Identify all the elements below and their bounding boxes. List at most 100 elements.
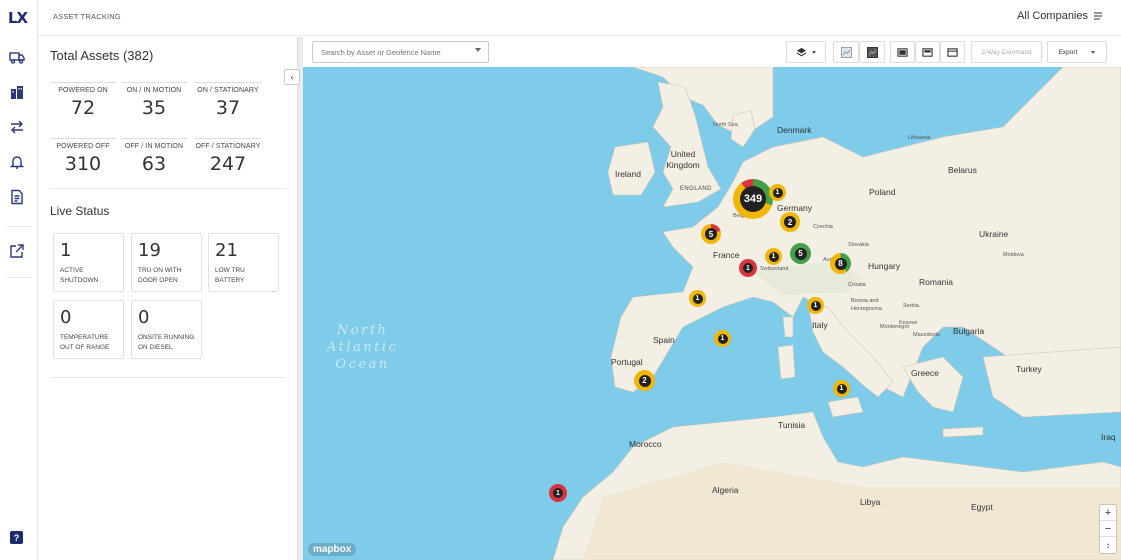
transfer-arrows-icon[interactable] <box>9 119 25 135</box>
map-style-dark-button[interactable] <box>859 41 885 63</box>
map-label: Germany <box>777 203 812 213</box>
divider <box>50 188 286 189</box>
card-value: 21 <box>215 240 238 261</box>
map-label: Morocco <box>629 439 662 449</box>
card-value: 0 <box>138 307 150 328</box>
asset-cluster[interactable]: 1 <box>689 290 706 307</box>
map-label: Denmark <box>777 125 812 135</box>
external-link-icon[interactable] <box>9 243 25 259</box>
map-label: Slovakia <box>848 242 869 248</box>
help-button[interactable]: ? <box>10 531 23 544</box>
zoom-out-button[interactable]: − <box>1100 521 1116 537</box>
map-label: Portugal <box>611 357 643 367</box>
stat-label: OFF / IN MOTION <box>124 143 184 150</box>
map-label: Libya <box>860 497 881 507</box>
card-label: ACTIVE SHUTDOWN <box>60 267 99 284</box>
asset-cluster[interactable]: 2 <box>634 370 655 391</box>
card-label: ONSITE RUNNING ON DIESEL <box>138 334 195 351</box>
view-table-button[interactable] <box>940 41 965 63</box>
stat-value: 63 <box>141 153 167 175</box>
stat-value: 35 <box>141 97 167 119</box>
map-label: Tunisia <box>778 420 806 430</box>
asset-cluster[interactable]: 349 <box>733 179 773 219</box>
card-label: LOW TRU BATTERY <box>215 267 245 284</box>
card-active-shutdown[interactable]: 1 ACTIVE SHUTDOWN <box>53 233 124 292</box>
company-selector[interactable]: All Companies <box>1017 10 1103 22</box>
stat-value: 72 <box>70 97 96 119</box>
view-split-button[interactable] <box>915 41 940 63</box>
map-toolbar: 2-Way Command Export <box>303 37 1121 67</box>
chevron-down-icon <box>1091 50 1096 54</box>
asset-cluster[interactable]: 1 <box>833 380 850 397</box>
asset-cluster[interactable]: 5 <box>701 224 721 244</box>
stat-powered-on[interactable]: POWERED ON 72 <box>50 82 116 119</box>
lx-logo[interactable]: LX <box>8 9 28 27</box>
asset-cluster[interactable]: 1 <box>714 330 731 347</box>
map-label: Poland <box>869 187 896 197</box>
button-label: Export <box>1058 48 1078 56</box>
cluster-count: 2 <box>638 374 651 387</box>
buildings-icon[interactable] <box>9 84 25 100</box>
stat-powered-off[interactable]: POWERED OFF 310 <box>50 138 116 175</box>
cluster-count: 1 <box>836 383 847 394</box>
asset-cluster[interactable]: 2 <box>780 212 800 232</box>
collapse-panel-button[interactable]: ‹ <box>284 69 300 85</box>
cluster-count: 1 <box>810 300 821 311</box>
stat-off-in-motion[interactable]: OFF / IN MOTION 63 <box>121 138 187 175</box>
map-canvas[interactable]: North Atlantic Ocean North Sea Denmark L… <box>303 67 1121 560</box>
layers-icon <box>796 47 807 56</box>
zoom-in-button[interactable]: + <box>1100 505 1116 521</box>
land-sicily <box>827 396 864 418</box>
map-label: Serbia <box>903 303 919 309</box>
export-button[interactable]: Export <box>1047 41 1107 63</box>
cluster-count: 1 <box>772 187 783 198</box>
total-assets-title: Total Assets (382) <box>50 48 154 63</box>
zoom-controls: + − ↕ <box>1100 505 1116 553</box>
asset-cluster[interactable]: 1 <box>765 248 782 265</box>
layers-button[interactable] <box>786 41 826 63</box>
two-way-command-button[interactable]: 2-Way Command <box>971 41 1042 63</box>
truck-icon[interactable] <box>9 49 25 65</box>
map-label: Algeria <box>712 485 739 495</box>
rail-divider <box>6 277 32 278</box>
asset-cluster[interactable]: 1 <box>739 259 757 277</box>
top-header: ASSET TRACKING All Companies <box>38 0 1121 36</box>
card-onsite-diesel[interactable]: 0 ONSITE RUNNING ON DIESEL <box>131 300 202 359</box>
land-turkey <box>982 346 1121 418</box>
stat-off-stationary[interactable]: OFF / STATIONARY 247 <box>195 138 261 175</box>
map-dark-icon <box>866 46 878 58</box>
card-tru-door-open[interactable]: 19 TRU ON WITH DOOR OPEN <box>131 233 202 292</box>
bell-icon[interactable] <box>9 154 25 170</box>
stat-label: ON / STATIONARY <box>197 87 259 94</box>
card-value: 0 <box>60 307 72 328</box>
map-label: Ireland <box>615 169 641 179</box>
asset-cluster[interactable]: 1 <box>769 184 786 201</box>
panel-table-icon <box>947 47 958 57</box>
map-label: United Kingdom <box>666 149 700 170</box>
card-value: 1 <box>60 240 72 261</box>
stat-on-stationary[interactable]: ON / STATIONARY 37 <box>195 82 261 119</box>
asset-cluster[interactable]: 5 <box>790 243 811 264</box>
app-root: LX ? ASSET TRACKING All Companies Total … <box>0 0 1121 560</box>
asset-cluster[interactable]: 8 <box>830 253 851 274</box>
asset-cluster[interactable]: 1 <box>807 297 824 314</box>
map-label: Hungary <box>868 261 901 271</box>
reset-bearing-button[interactable]: ↕ <box>1100 537 1116 553</box>
map-label: Belarus <box>948 165 977 175</box>
menu-lines-icon <box>1094 12 1102 20</box>
card-value: 19 <box>138 240 161 261</box>
stat-on-in-motion[interactable]: ON / IN MOTION 35 <box>121 82 187 119</box>
card-low-tru-battery[interactable]: 21 LOW TRU BATTERY <box>208 233 279 292</box>
card-temperature-out-of-range[interactable]: 0 TEMPERATURE OUT OF RANGE <box>53 300 124 359</box>
cluster-count: 1 <box>717 333 728 344</box>
land-greece <box>902 356 964 413</box>
mapbox-logo[interactable]: mapbox <box>308 543 357 556</box>
cluster-count: 349 <box>740 186 766 212</box>
asset-cluster[interactable]: 1 <box>549 484 567 502</box>
button-label: 2-Way Command <box>981 48 1032 56</box>
map-style-light-button[interactable] <box>833 41 859 63</box>
divider <box>50 377 286 378</box>
document-icon[interactable] <box>9 189 25 205</box>
view-full-button[interactable] <box>890 41 915 63</box>
asset-search-input[interactable] <box>312 41 489 63</box>
